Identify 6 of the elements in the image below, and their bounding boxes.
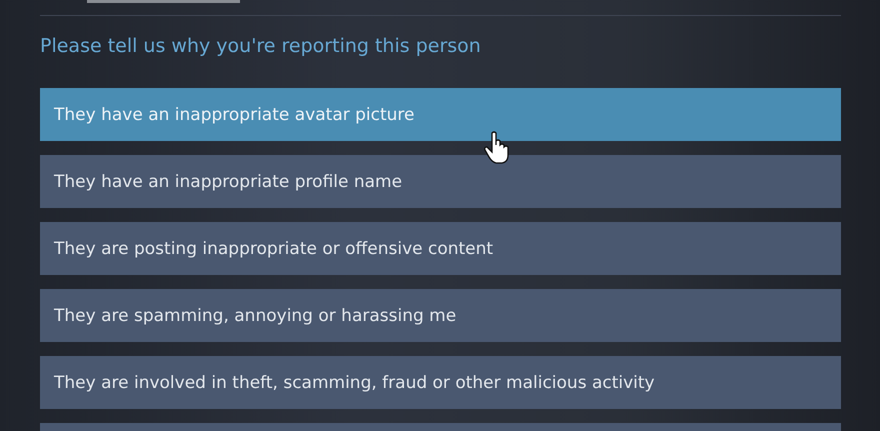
report-option[interactable]: They are posting inappropriate or offensive content — [40, 222, 841, 275]
section-heading: Please tell us why you're reporting this person — [40, 34, 482, 58]
report-option[interactable]: They are spamming, annoying or harassing me — [40, 289, 841, 342]
report-option[interactable]: They have an inappropriate profile name — [40, 155, 841, 208]
report-option[interactable]: They are involved in theft, scamming, fraud or other malicious activity — [40, 356, 841, 409]
report-option[interactable]: They have an inappropriate avatar picture — [40, 88, 841, 141]
